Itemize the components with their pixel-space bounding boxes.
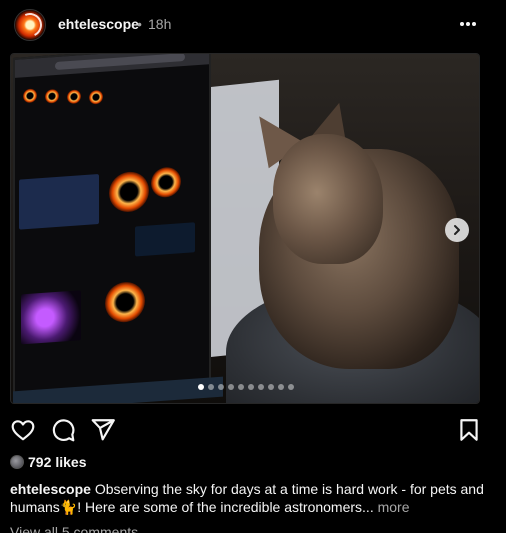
carousel-dot	[198, 384, 204, 390]
likes-label: likes	[55, 454, 87, 470]
carousel-dot	[238, 384, 244, 390]
carousel-dot	[268, 384, 274, 390]
save-button[interactable]	[456, 417, 482, 443]
carousel-dot	[278, 384, 284, 390]
like-button[interactable]	[10, 417, 36, 443]
post-time[interactable]: 18h	[148, 16, 171, 32]
action-bar	[0, 415, 506, 445]
globe-thumb	[19, 173, 99, 230]
jet-image	[21, 290, 81, 345]
more-options-button[interactable]	[456, 14, 480, 34]
post-header: ehtelescope • 18h	[0, 0, 506, 48]
likes-count: 792	[28, 454, 52, 470]
more-dot-icon	[460, 22, 464, 26]
browser-toolbar	[15, 54, 209, 78]
paper-plane-icon	[91, 419, 115, 441]
result-card	[135, 222, 195, 257]
bookmark-icon	[460, 419, 478, 441]
share-button[interactable]	[90, 417, 116, 443]
carousel-dot	[258, 384, 264, 390]
time-separator: •	[137, 16, 142, 32]
carousel-next-button[interactable]	[445, 218, 469, 242]
likes-row[interactable]: 792 likes	[10, 453, 87, 471]
black-hole-image	[151, 166, 181, 199]
post-username[interactable]: ehtelescope	[58, 16, 139, 32]
caption-username[interactable]: ehtelescope	[10, 481, 91, 497]
black-hole-image	[105, 280, 145, 324]
carousel-indicator	[198, 384, 294, 390]
carousel-dot	[218, 384, 224, 390]
comment-button[interactable]	[50, 417, 76, 443]
black-hole-thumb	[89, 89, 103, 105]
black-hole-thumb	[23, 88, 37, 104]
profile-avatar[interactable]	[14, 9, 46, 41]
view-comments-link[interactable]: View all 5 comments	[10, 524, 138, 533]
post-media[interactable]	[10, 53, 480, 404]
black-hole-image	[109, 170, 149, 214]
monitor-screen	[13, 54, 211, 399]
chevron-right-icon	[454, 225, 460, 235]
address-bar	[55, 54, 185, 71]
heart-icon	[11, 420, 35, 441]
more-dot-icon	[472, 22, 476, 26]
carousel-dot	[288, 384, 294, 390]
comment-icon	[52, 419, 75, 442]
carousel-dot	[208, 384, 214, 390]
black-hole-thumb	[45, 88, 59, 104]
more-dot-icon	[466, 22, 470, 26]
liker-avatar	[10, 455, 24, 469]
carousel-dot	[228, 384, 234, 390]
black-hole-thumb	[67, 89, 81, 105]
cat-head	[273, 134, 383, 264]
telescope-logo-icon	[15, 10, 45, 40]
post-caption: ehtelescope Observing the sky for days a…	[10, 480, 496, 516]
caption-more-link[interactable]: more	[378, 499, 410, 515]
carousel-dot	[248, 384, 254, 390]
